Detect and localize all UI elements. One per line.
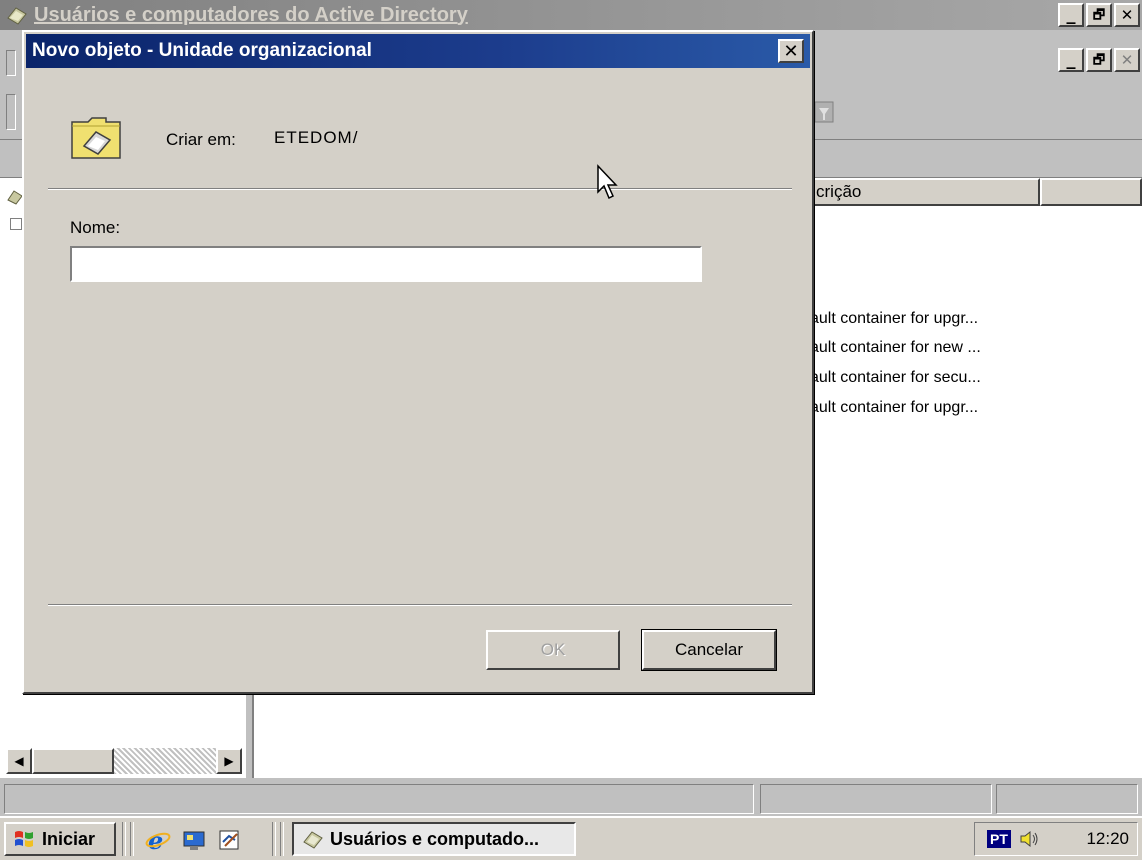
filter-icon[interactable]	[812, 98, 838, 126]
arrow-left-icon: ◀	[14, 754, 24, 768]
inner-window-controls: _ 🗗 ✕	[1058, 48, 1140, 72]
minimize-icon: _	[1066, 4, 1076, 25]
outlook-icon[interactable]	[216, 826, 244, 854]
create-in-label: Criar em:	[166, 130, 236, 149]
close-icon: ✕	[1120, 50, 1134, 69]
list-item[interactable]: ault container for secu...	[810, 369, 981, 387]
separator-top	[48, 188, 792, 190]
dialog-titlebar[interactable]: Novo objeto - Unidade organizacional ✕	[26, 34, 810, 68]
cancel-label: Cancelar	[674, 640, 744, 659]
inner-restore-button[interactable]: 🗗	[1086, 48, 1112, 72]
taskbar-window-label: Usuários e computado...	[330, 828, 540, 849]
scroll-right-button[interactable]: ▶	[216, 748, 242, 774]
tree-expand-icon[interactable]	[10, 218, 22, 230]
clock[interactable]: 12:20	[1086, 829, 1129, 849]
scroll-thumb[interactable]	[32, 748, 114, 774]
tree-horizontal-scrollbar[interactable]: ◀ ▶	[6, 748, 242, 774]
restore-button[interactable]: 🗗	[1086, 3, 1112, 27]
taskbar-window-button[interactable]: Usuários e computado...	[292, 822, 576, 856]
mouse-cursor-icon	[597, 164, 618, 200]
column-header-description[interactable]: crição	[808, 178, 1040, 206]
taskbar-separator	[280, 822, 284, 856]
name-label: Nome:	[70, 218, 121, 237]
column-header-label: crição	[816, 182, 862, 201]
menubar-grip	[6, 50, 16, 76]
ok-label: OK	[540, 640, 566, 659]
ie-icon[interactable]: e	[144, 826, 172, 854]
show-desktop-icon[interactable]	[180, 826, 208, 854]
close-button[interactable]: ✕	[1114, 3, 1140, 27]
mmc-app-icon	[303, 831, 323, 849]
close-icon: ✕	[1120, 5, 1134, 24]
arrow-right-icon: ▶	[224, 754, 234, 768]
separator-bottom	[48, 604, 792, 606]
inner-minimize-button[interactable]: _	[1058, 48, 1084, 72]
taskbar-separator	[272, 822, 276, 856]
status-cell-main	[4, 784, 754, 814]
close-icon: ✕	[783, 40, 799, 62]
start-button[interactable]: Iniciar	[4, 822, 116, 856]
dialog-title: Novo objeto - Unidade organizacional	[32, 40, 372, 61]
background-window-title: Usuários e computadores do Active Direct…	[34, 3, 468, 26]
mmc-app-icon	[7, 7, 27, 25]
dialog-close-button[interactable]: ✕	[778, 39, 804, 63]
status-bar	[0, 778, 1142, 816]
restore-icon: 🗗	[1092, 7, 1106, 23]
scroll-track[interactable]	[114, 748, 216, 774]
background-window-titlebar[interactable]: Usuários e computadores do Active Direct…	[0, 0, 1142, 30]
minimize-button[interactable]: _	[1058, 3, 1084, 27]
system-tray: PT 12:20	[974, 822, 1138, 856]
language-indicator[interactable]: PT	[987, 830, 1011, 848]
list-item[interactable]: ault container for new ...	[810, 339, 981, 357]
svg-text:e: e	[148, 827, 163, 853]
status-cell-2	[760, 784, 992, 814]
status-cell-3	[996, 784, 1138, 814]
minimize-icon: _	[1066, 49, 1076, 70]
taskbar-separator	[130, 822, 134, 856]
taskbar: Iniciar e Usuários e computado... PT 12:…	[0, 816, 1142, 860]
start-label: Iniciar	[42, 828, 96, 849]
list-item[interactable]: ault container for upgr...	[810, 310, 978, 328]
volume-icon[interactable]	[1019, 829, 1041, 849]
restore-icon: 🗗	[1092, 52, 1106, 68]
taskbar-separator	[122, 822, 126, 856]
folder-ou-icon	[71, 117, 121, 159]
inner-close-button[interactable]: ✕	[1114, 48, 1140, 72]
cancel-button[interactable]: Cancelar	[641, 629, 777, 671]
scroll-left-button[interactable]: ◀	[6, 748, 32, 774]
column-header-empty[interactable]	[1040, 178, 1142, 206]
list-item[interactable]: ault container for upgr...	[810, 399, 978, 417]
windows-logo-icon	[15, 831, 33, 847]
create-in-value: ETEDOM/	[274, 128, 359, 147]
background-window-controls: _ 🗗 ✕	[1058, 3, 1140, 27]
ok-button[interactable]: OK	[486, 630, 620, 670]
name-input[interactable]	[70, 246, 702, 282]
new-ou-dialog: Novo objeto - Unidade organizacional ✕ C…	[22, 30, 814, 694]
toolbar-grip	[6, 94, 16, 130]
